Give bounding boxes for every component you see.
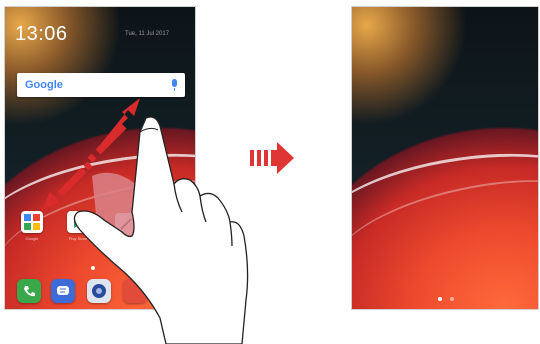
right-phone-screen: [351, 6, 539, 310]
transition-arrow-icon: [250, 142, 294, 174]
page-dot: [450, 297, 454, 301]
arrow-up-right: [87, 98, 140, 163]
arrow-down-left: [42, 161, 93, 210]
page-dot-active: [438, 297, 442, 301]
